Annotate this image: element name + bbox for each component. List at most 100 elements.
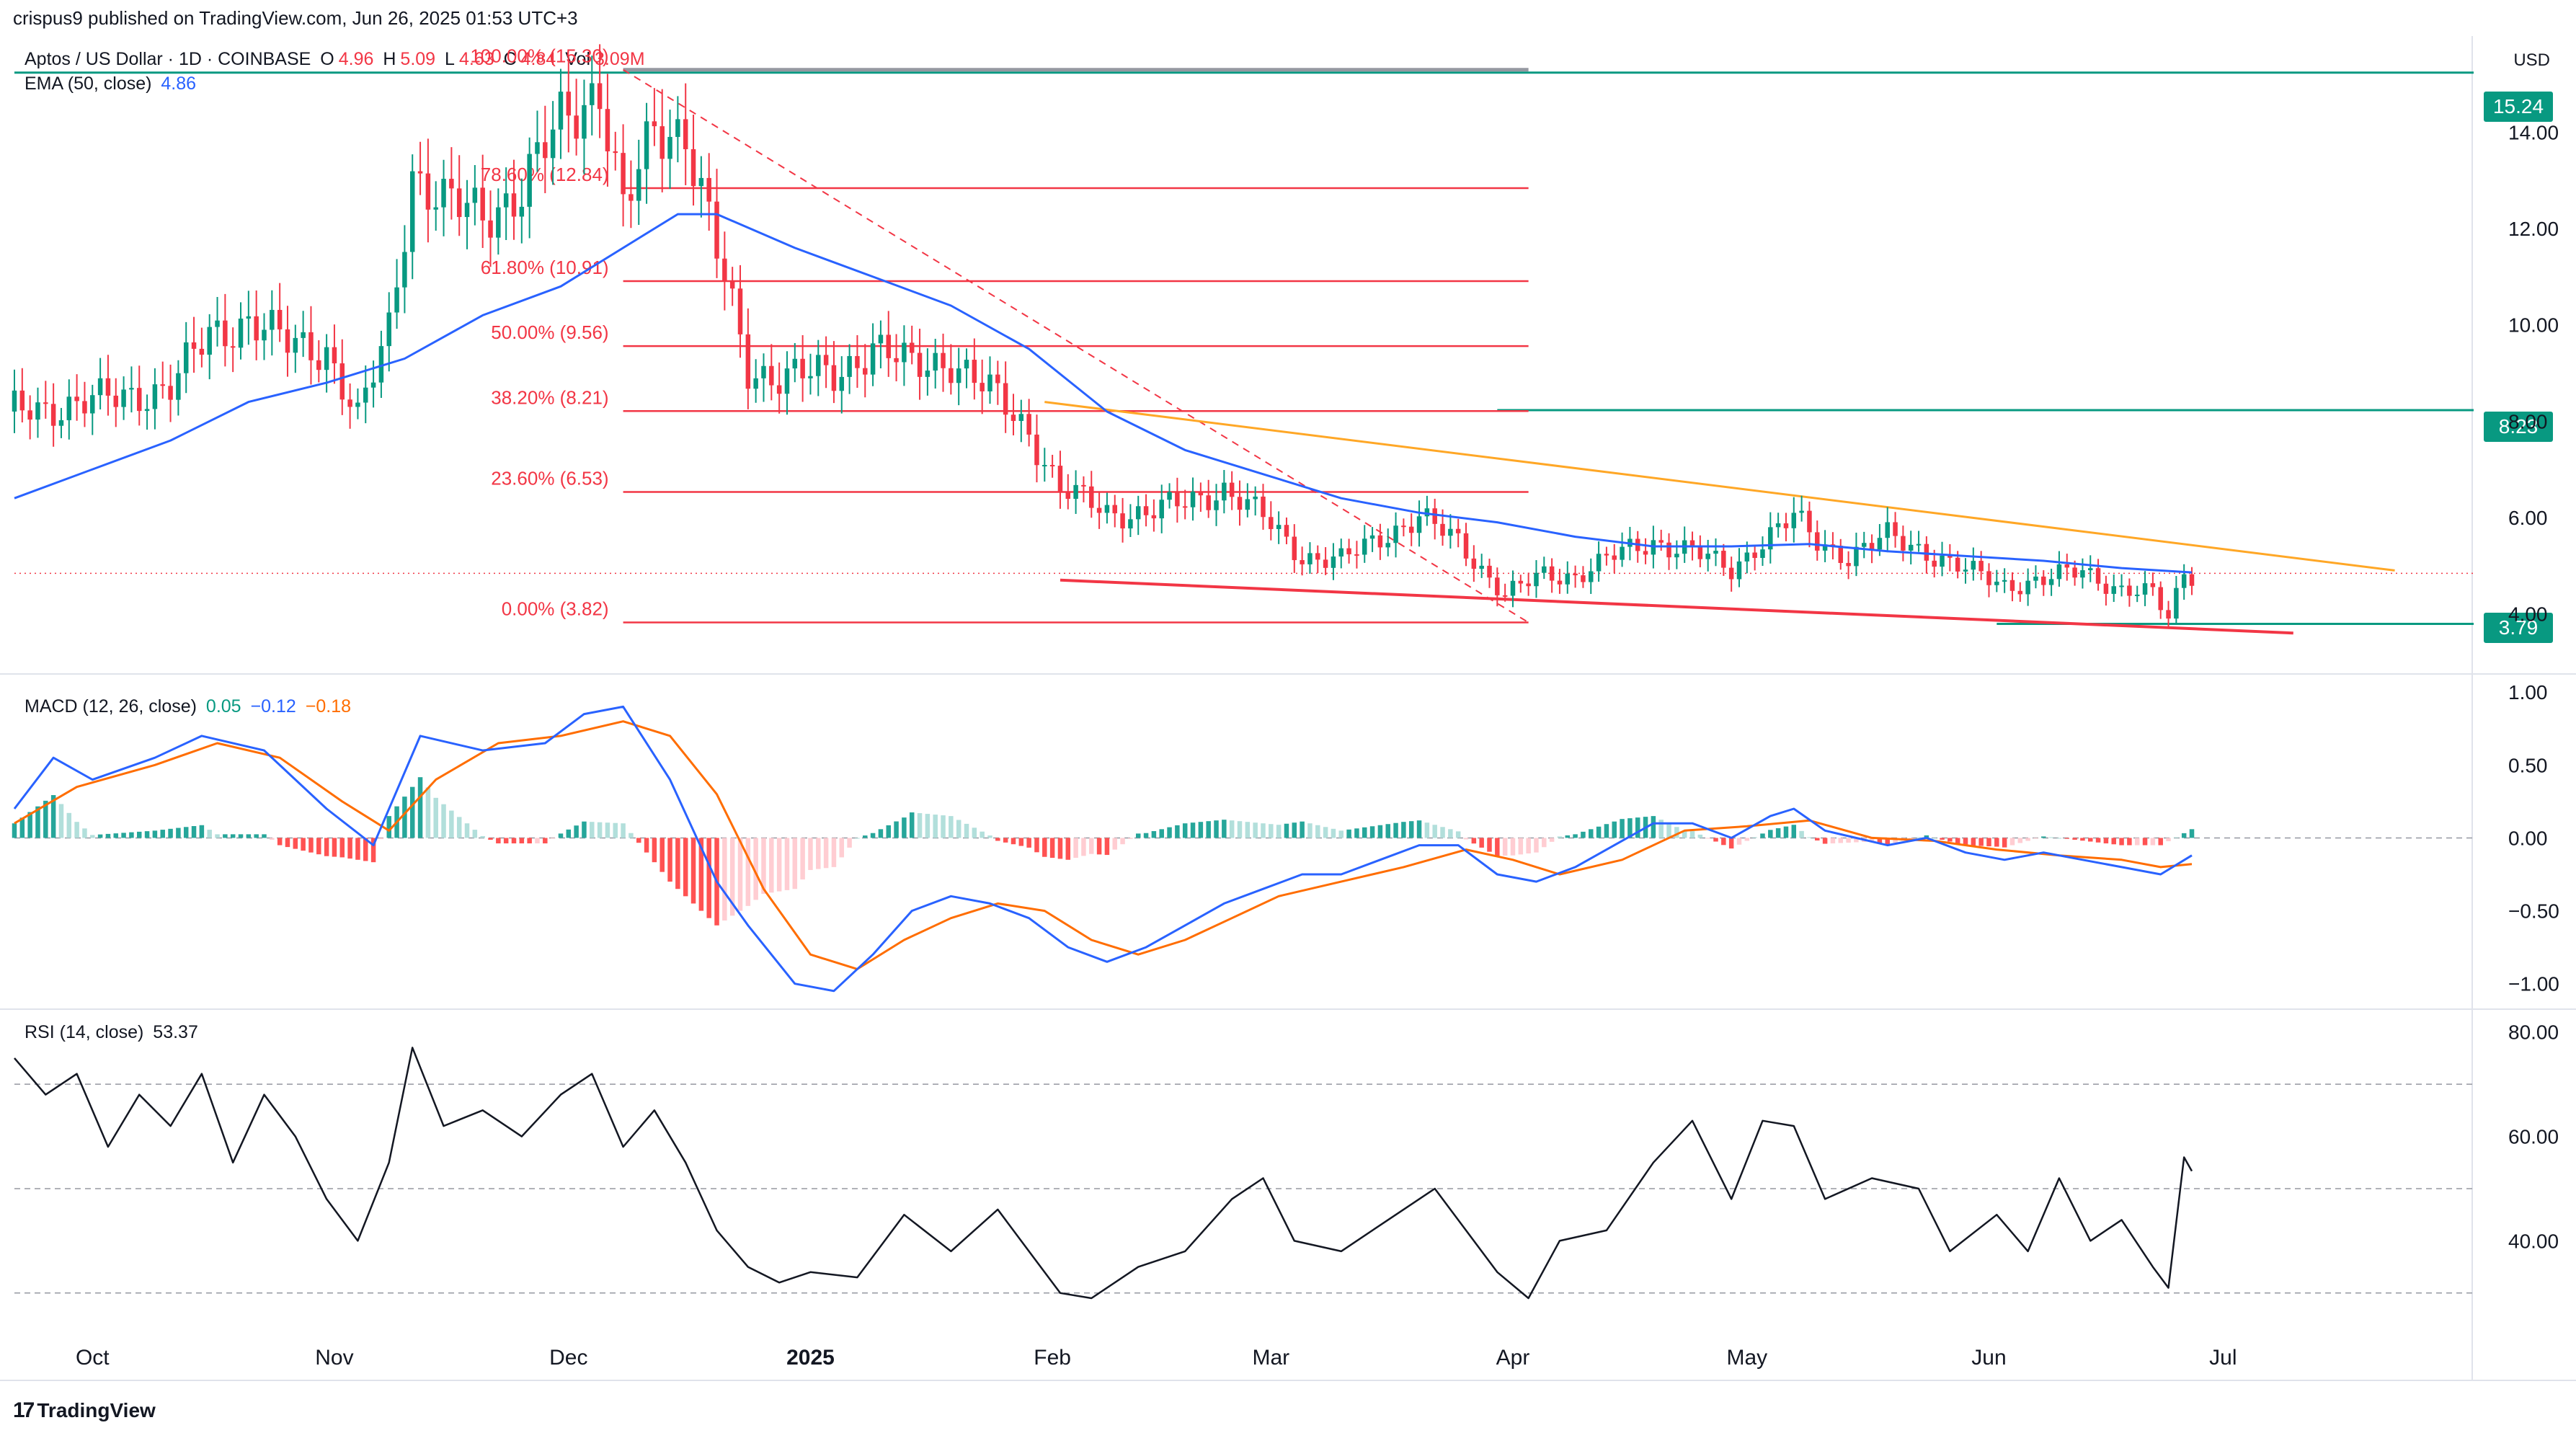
fib-level-label: 0.00% (3.82) — [502, 598, 609, 620]
macd-histogram-bar — [1455, 831, 1461, 838]
candle-body — [1713, 551, 1718, 554]
macd-histogram-bar — [378, 838, 384, 840]
candle-body — [816, 355, 821, 376]
macd-histogram-bar — [480, 835, 485, 838]
macd-histogram-bar — [316, 838, 321, 855]
macd-histogram-bar — [262, 834, 267, 838]
chart-canvas[interactable]: 4.00 6.00 8.00 10.00 12.00 14.00 100.00% (15.3… — [0, 0, 2576, 1433]
candle-body — [2119, 585, 2124, 587]
candle-body — [1885, 522, 1890, 538]
candle-body — [729, 281, 735, 289]
macd-histogram-bar — [574, 825, 579, 838]
candle-body — [12, 390, 17, 412]
candle-body — [1697, 546, 1703, 559]
candle-body — [1151, 515, 1157, 519]
macd-histogram-bar — [605, 822, 610, 838]
macd-histogram-bar — [409, 786, 415, 838]
candle-body — [2166, 610, 2171, 619]
macd-histogram-bar — [511, 838, 517, 844]
candle-body — [784, 368, 790, 394]
macd-histogram-bar — [191, 826, 197, 838]
time-tick-label: Jul — [2209, 1346, 2237, 1370]
macd-histogram-bar — [1463, 838, 1469, 840]
macd-histogram-bar — [496, 838, 501, 844]
candle-body — [129, 388, 134, 390]
macd-histogram-bar — [941, 815, 946, 838]
candle-body — [706, 177, 711, 202]
candle-body — [1003, 383, 1008, 415]
candle-body — [1455, 528, 1461, 533]
macd-histogram-bar — [82, 828, 87, 838]
candle-body — [956, 368, 961, 383]
macd-histogram-bar — [1666, 823, 1671, 838]
candle-body — [613, 151, 618, 154]
macd-histogram-bar — [737, 838, 743, 911]
candle-body — [550, 129, 556, 159]
macd-histogram-bar — [995, 838, 1000, 841]
candle-body — [433, 207, 438, 210]
candle-body — [425, 173, 431, 210]
candle-body — [417, 171, 423, 174]
candle-body — [324, 347, 329, 371]
candle-body — [409, 171, 415, 252]
candle-body — [1799, 510, 1804, 513]
macd-histogram-bar — [519, 838, 525, 844]
candle-body — [714, 201, 719, 259]
macd-histogram-bar — [917, 813, 923, 838]
macd-histogram-bar — [1775, 828, 1781, 838]
macd-histogram-bar — [792, 838, 798, 889]
rsi-tick-label: 80.00 — [2508, 1021, 2559, 1044]
macd-histogram-bar — [2095, 838, 2101, 843]
macd-histogram-bar — [105, 833, 111, 838]
macd-histogram-bar — [722, 838, 727, 921]
candle-body — [1877, 538, 1883, 550]
macd-histogram-bar — [1206, 821, 1211, 838]
candle-body — [1393, 525, 1398, 544]
time-tick-label: Jun — [1971, 1346, 2006, 1370]
macd-histogram-bar — [1448, 829, 1453, 838]
candle-body — [1971, 561, 1976, 570]
macd-histogram-bar — [1502, 838, 1508, 856]
macd-histogram-bar — [2041, 836, 2046, 838]
candle-body — [277, 309, 283, 329]
macd-histogram-bar — [324, 838, 329, 856]
macd-histogram-bar — [1542, 838, 1547, 848]
macd-histogram-bar — [386, 816, 391, 838]
candle-body — [456, 188, 462, 218]
macd-histogram-bar — [152, 830, 158, 838]
macd-histogram-bar — [1190, 822, 1196, 838]
macd-histogram-bar — [597, 822, 603, 838]
macd-histogram-bar — [1791, 825, 1797, 838]
candle-body — [1924, 544, 1929, 561]
candle-body — [183, 342, 189, 373]
macd-histogram-bar — [417, 777, 423, 838]
macd-histogram-bar — [1346, 829, 1351, 838]
macd-histogram-bar — [745, 838, 751, 906]
candle-body — [1612, 555, 1617, 560]
candle-body — [1448, 528, 1453, 536]
macd-histogram-bar — [909, 812, 915, 838]
candle-body — [753, 378, 758, 389]
candle-body — [605, 109, 610, 151]
candle-body — [1128, 519, 1133, 529]
candle-body — [2142, 583, 2148, 595]
macd-histogram-bar — [1120, 838, 1125, 845]
candle-body — [535, 142, 540, 154]
macd-histogram-bar — [2017, 838, 2023, 843]
candle-body — [1658, 540, 1664, 543]
macd-histogram-bar — [2002, 838, 2007, 848]
price-tick-label: 10.00 — [2508, 314, 2559, 337]
macd-histogram-bar — [1604, 824, 1609, 838]
macd-histogram-bar — [2181, 833, 2187, 838]
candle-body — [1214, 500, 1219, 510]
macd-histogram-bar — [176, 828, 181, 838]
macd-histogram-bar — [2088, 838, 2093, 842]
candle-body — [1932, 560, 1937, 567]
macd-histogram-bar — [1651, 816, 1656, 838]
candle-body — [1385, 543, 1390, 548]
candle-body — [285, 329, 290, 353]
macd-histogram-bar — [1065, 838, 1071, 860]
candle-body — [1307, 553, 1313, 564]
candle-body — [1416, 516, 1422, 533]
candle-body — [1479, 565, 1484, 569]
